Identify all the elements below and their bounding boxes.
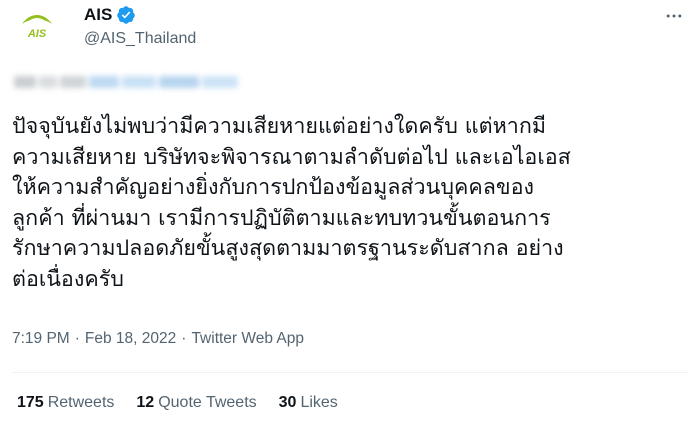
- quote-tweets-count: 12: [136, 394, 155, 411]
- ais-logo-icon: AIS: [22, 15, 52, 40]
- verified-badge-icon: [116, 5, 136, 25]
- tweet-text: ปัจจุบันยังไม่พบว่ามีความเสียหายแต่อย่าง…: [12, 114, 571, 292]
- tweet-stats: 175 Retweets 12 Quote Tweets 30 Likes: [17, 394, 360, 412]
- quote-tweets-label: Quote Tweets: [158, 394, 257, 411]
- meta-separator: ·: [74, 330, 80, 347]
- likes-label: Likes: [300, 394, 338, 411]
- account-handle[interactable]: @AIS_Thailand: [84, 30, 196, 48]
- account-names: AIS @AIS_Thailand: [84, 4, 196, 48]
- translate-tweet-link-blurred[interactable]: [14, 70, 254, 94]
- more-options-icon[interactable]: [660, 2, 688, 30]
- likes-count: 30: [278, 394, 297, 411]
- tweet-card: AIS AIS @AIS_Thailand ปัจจุบันยังไม่พบว่…: [0, 0, 700, 427]
- likes-stat[interactable]: 30 Likes: [279, 394, 338, 412]
- divider: [12, 372, 688, 373]
- tweet-date[interactable]: Feb 18, 2022: [85, 330, 176, 348]
- retweets-label: Retweets: [47, 394, 115, 411]
- retweets-stat[interactable]: 175 Retweets: [17, 394, 114, 412]
- tweet-metadata: 7:19 PM · Feb 18, 2022 · Twitter Web App: [12, 330, 304, 348]
- avatar-logo-text: AIS: [27, 28, 47, 40]
- tweet-source[interactable]: Twitter Web App: [191, 330, 304, 348]
- retweets-count: 175: [17, 394, 44, 411]
- tweet-header: AIS AIS @AIS_Thailand: [12, 0, 688, 54]
- tweet-time[interactable]: 7:19 PM: [12, 330, 70, 348]
- meta-separator: ·: [181, 330, 187, 347]
- quote-tweets-stat[interactable]: 12 Quote Tweets: [136, 394, 256, 412]
- display-name[interactable]: AIS: [84, 5, 112, 25]
- avatar[interactable]: AIS: [12, 2, 62, 52]
